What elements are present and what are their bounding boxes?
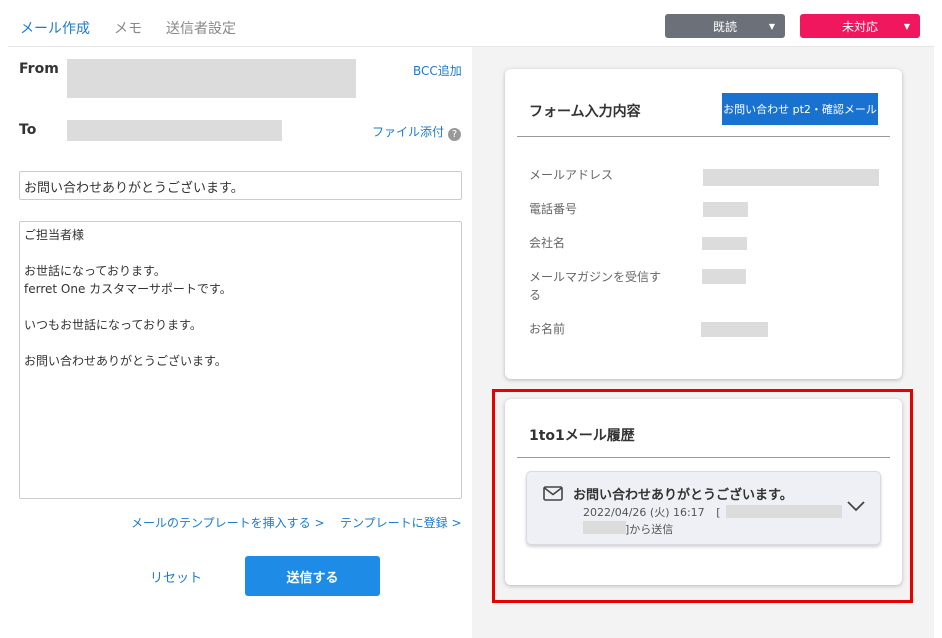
insert-template-link[interactable]: メールのテンプレートを挿入する > xyxy=(131,514,325,531)
field-value-email xyxy=(703,169,879,186)
reset-button[interactable]: リセット xyxy=(150,567,202,586)
field-value-name xyxy=(701,322,768,337)
body-textarea[interactable]: ご担当者様 お世話になっております。 ferret One カスタマーサポートで… xyxy=(19,221,462,499)
tab-sender-settings[interactable]: 送信者設定 xyxy=(166,18,236,38)
from-label: From xyxy=(19,61,59,77)
bcc-add-link[interactable]: BCC追加 xyxy=(413,62,462,79)
field-label-phone: 電話番号 xyxy=(529,202,578,216)
field-value-newsletter xyxy=(702,269,746,284)
handling-status-dropdown[interactable]: 未対応 ▼ xyxy=(800,14,920,38)
highlight-frame xyxy=(492,389,913,603)
help-icon[interactable]: ? xyxy=(448,128,462,141)
handling-status-label: 未対応 xyxy=(841,19,878,34)
field-value-phone xyxy=(703,202,748,217)
tab-compose-mail[interactable]: メール作成 xyxy=(20,18,90,38)
register-template-link[interactable]: テンプレートに登録 > xyxy=(340,514,462,531)
to-field[interactable] xyxy=(67,120,282,141)
file-attach-label: ファイル添付 xyxy=(372,125,445,139)
compose-tabs: メール作成 メモ 送信者設定 xyxy=(20,18,260,38)
field-label-company: 会社名 xyxy=(529,236,566,250)
form-input-card: フォーム入力内容 お問い合わせ pt2・確認メール メールアドレス 電話番号 会… xyxy=(505,69,902,379)
subject-input[interactable]: お問い合わせありがとうございます。 xyxy=(19,171,462,200)
read-status-dropdown[interactable]: 既読 ▼ xyxy=(665,14,785,38)
field-label-name: お名前 xyxy=(529,322,566,336)
compose-pane: From BCC追加 To ファイル添付? お問い合わせありがとうございます。 … xyxy=(0,47,472,638)
form-card-divider xyxy=(517,136,890,137)
form-name-button[interactable]: お問い合わせ pt2・確認メール xyxy=(722,93,878,125)
caret-down-icon: ▼ xyxy=(903,21,910,31)
to-label: To xyxy=(19,122,37,138)
file-attach-link[interactable]: ファイル添付? xyxy=(372,123,462,141)
from-field[interactable] xyxy=(67,59,356,98)
form-card-title: フォーム入力内容 xyxy=(529,104,641,120)
field-value-company xyxy=(702,237,747,250)
send-button[interactable]: 送信する xyxy=(245,556,380,596)
caret-down-icon: ▼ xyxy=(768,21,775,31)
field-label-newsletter: メールマガジンを受信する xyxy=(529,270,662,302)
read-status-label: 既読 xyxy=(712,19,737,34)
tab-memo[interactable]: メモ xyxy=(114,18,142,38)
field-label-email: メールアドレス xyxy=(529,168,614,182)
